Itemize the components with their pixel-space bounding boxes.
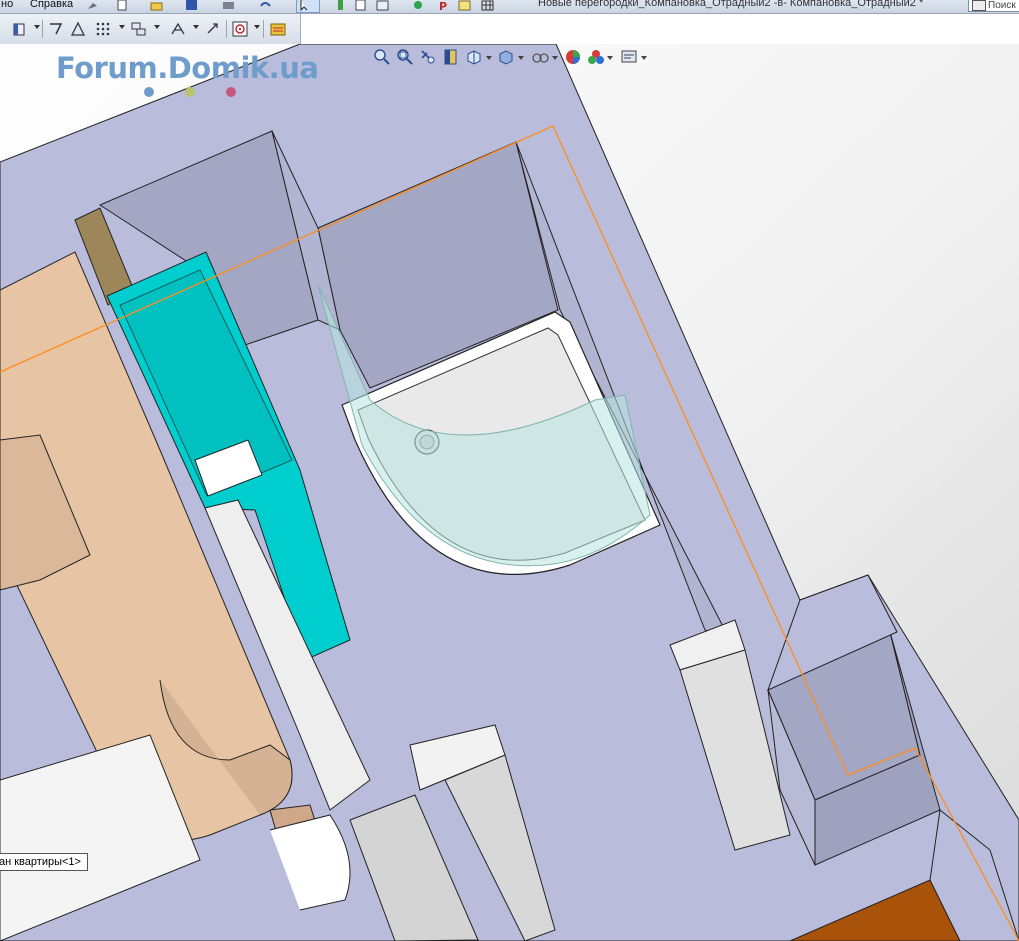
reference-icon[interactable] [205,21,221,37]
view-settings-icon[interactable] [620,48,638,66]
target-icon[interactable] [232,21,248,37]
record-macro-icon[interactable] [412,0,425,11]
p-icon[interactable]: P [437,0,450,13]
file-properties-icon[interactable] [354,0,367,11]
svg-text:P: P [439,0,447,11]
select-cursor-icon[interactable] [296,0,320,13]
watermark-dot-blue [144,87,154,97]
mate-icon[interactable] [170,21,186,37]
chevron-down-icon[interactable] [641,56,647,60]
scene-icon[interactable] [587,48,605,66]
zoom-area-icon[interactable] [396,48,414,66]
chevron-down-icon[interactable] [552,56,558,60]
section-view-icon[interactable] [442,48,460,66]
separator [226,20,227,38]
feature-tooltip: ан квартиры<1> [0,853,88,871]
separator [263,20,264,38]
separator [42,20,43,38]
menu-window[interactable]: но [1,0,13,11]
zoom-to-fit-icon[interactable] [373,48,391,66]
view-orientation-icon[interactable] [12,21,28,37]
toolbox-icon[interactable] [270,21,286,37]
save-icon[interactable] [185,0,198,11]
chevron-down-icon[interactable] [518,56,524,60]
watermark-dots [144,87,244,101]
view-orientation-icon[interactable] [465,48,483,66]
chevron-down-icon[interactable] [119,25,125,29]
chevron-down-icon[interactable] [254,25,260,29]
open-folder-icon[interactable] [150,0,163,11]
chevron-down-icon[interactable] [34,25,40,29]
menu-bar: но Справка P Новые перегородки_Компановк… [0,0,1019,14]
watermark-dot-green [185,87,195,97]
warning-icon[interactable] [70,21,86,37]
undo-icon[interactable] [259,0,272,11]
grid-icon[interactable] [481,0,494,11]
draft-icon[interactable] [48,21,64,37]
watermark-logo: Forum.Domik.ua [56,51,319,85]
component-icon[interactable] [131,21,147,37]
window-title: Новые перегородки_Компановка_Отрадный2 -… [538,0,924,9]
search-icon [972,0,986,11]
pin-icon[interactable] [86,0,99,11]
previous-view-icon[interactable] [419,48,437,66]
options-icon[interactable] [376,0,389,11]
edit-icon[interactable] [458,0,471,11]
appearance-icon[interactable] [564,48,582,66]
hide-show-icon[interactable] [531,48,549,66]
chevron-down-icon[interactable] [486,56,492,60]
chevron-down-icon[interactable] [607,56,613,60]
chevron-down-icon[interactable] [193,25,199,29]
new-document-icon[interactable] [116,0,129,11]
chevron-down-icon[interactable] [154,25,160,29]
secondary-toolbar [0,14,301,45]
display-style-icon[interactable] [497,48,515,66]
cad-application: но Справка P Новые перегородки_Компановк… [0,0,1019,941]
graphics-viewport[interactable] [0,44,1019,941]
search-placeholder: Поиск [988,0,1016,12]
grid-dots-icon[interactable] [95,21,111,37]
search-input[interactable]: Поиск [968,0,1019,12]
rebuild-icon[interactable] [334,0,347,11]
menu-help[interactable]: Справка [30,0,73,11]
print-icon[interactable] [222,0,235,11]
watermark-dot-red [226,87,236,97]
